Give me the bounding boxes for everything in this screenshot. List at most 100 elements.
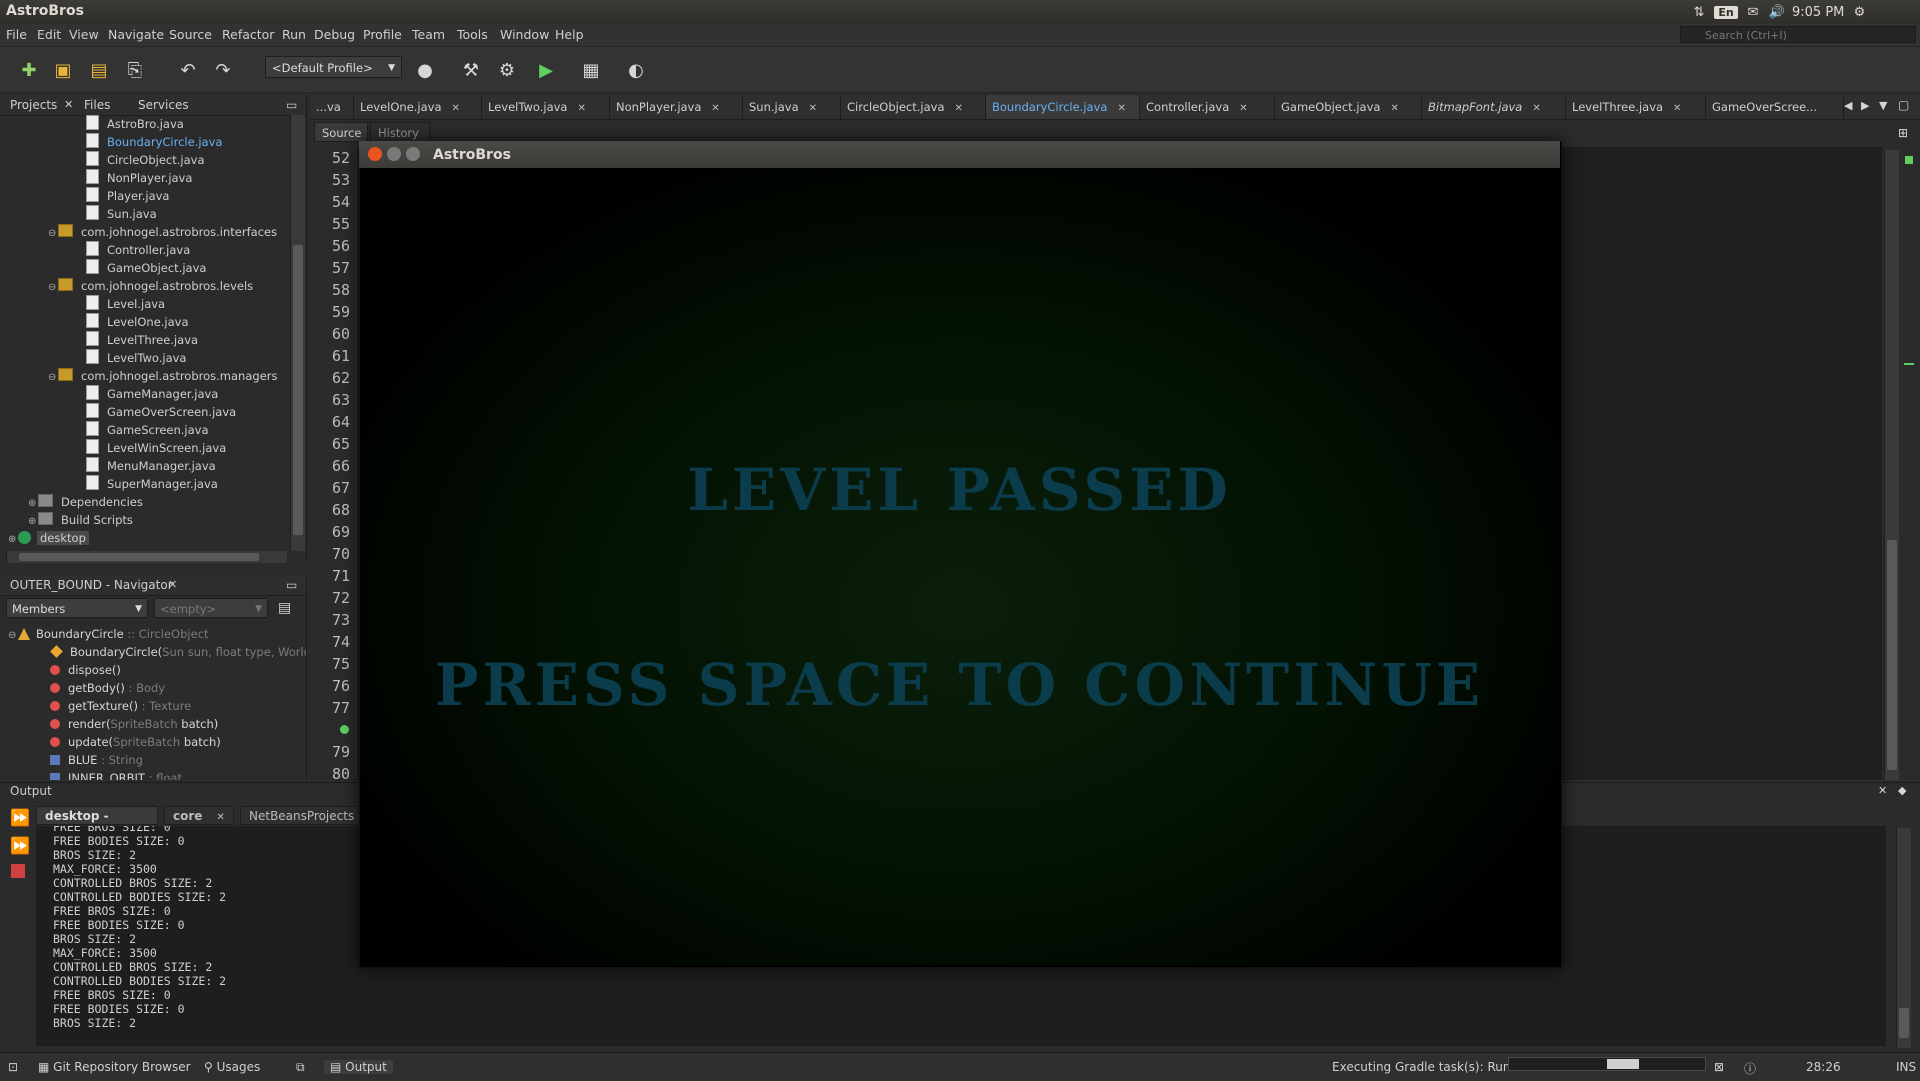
close-icon[interactable]: ✕ [168,578,177,591]
output-button[interactable]: ▤ Output [324,1060,393,1074]
menu-navigate[interactable]: Navigate [108,27,164,42]
close-icon[interactable]: ✕ [711,103,719,114]
scroll-tabs-left-icon[interactable]: ◀ [1844,99,1852,112]
collapse-toggle-icon[interactable]: ⊖ [48,369,58,387]
output-scrollbar[interactable] [1896,828,1911,1048]
save-all-icon[interactable]: ⎘ [122,57,148,83]
nav-field[interactable]: INNER_ORBIT : float [0,769,306,780]
cancel-task-icon[interactable]: ⊠ [1714,1060,1724,1074]
menu-profile[interactable]: Profile [363,27,402,42]
project-tree-hscrollbar[interactable] [6,551,287,563]
minimize-icon[interactable]: ▭ [286,578,297,592]
editor-tab[interactable]: CircleObject.java ✕ [841,95,986,119]
redo-icon[interactable]: ↷ [210,57,236,83]
tree-file[interactable]: Controller.java [0,241,290,259]
close-icon[interactable]: ✕ [1673,103,1681,114]
scrollbar-thumb[interactable] [1899,1008,1909,1038]
menu-run[interactable]: Run [282,27,306,42]
tab-services[interactable]: Services [138,98,189,112]
notifications-icon[interactable]: ⓘ [1744,1060,1756,1077]
members-select[interactable]: Members ▼ [6,598,148,618]
profile-icon[interactable]: ◐ [623,57,649,83]
tree-file[interactable]: GameManager.java [0,385,290,403]
clean-build-icon[interactable]: ⚙ [494,57,520,83]
close-icon[interactable]: ✕ [1117,103,1125,114]
stripe-mark[interactable] [1904,363,1914,365]
tree-file[interactable]: Player.java [0,187,290,205]
nav-field[interactable]: BLUE : String [0,751,306,769]
maximize-icon[interactable]: ◆ [1898,784,1906,797]
tree-file[interactable]: LevelTwo.java [0,349,290,367]
tree-node-build-scripts[interactable]: ⊕ Build Scripts [0,511,290,529]
tab-files[interactable]: Files [84,98,110,112]
output-tab[interactable]: NetBeansProjects - [240,806,360,842]
close-icon[interactable]: ✕ [1878,784,1887,797]
editor-tab[interactable]: LevelTwo.java ✕ [482,95,610,119]
open-project-icon[interactable]: ▤ [86,57,112,83]
tree-file[interactable]: SuperManager.java [0,475,290,493]
scrollbar-thumb[interactable] [1887,540,1897,770]
editor-tab[interactable]: NonPlayer.java ✕ [610,95,743,119]
override-marker-icon[interactable] [340,725,349,734]
menu-tools[interactable]: Tools [457,27,488,42]
editor-tab[interactable]: ...va [310,95,354,119]
menu-help[interactable]: Help [555,27,584,42]
close-icon[interactable]: ✕ [452,103,460,114]
new-project-icon[interactable]: ▣ [50,57,76,83]
collapse-toggle-icon[interactable]: ⊖ [48,225,58,243]
close-icon[interactable]: ✕ [1239,103,1247,114]
tab-list-dropdown-icon[interactable]: ▼ [1879,99,1887,112]
tree-file[interactable]: GameScreen.java [0,421,290,439]
editor-tab-active[interactable]: BoundaryCircle.java ✕ [986,95,1140,119]
window-close-button[interactable] [368,147,382,161]
window-restore-icon[interactable]: ⊡ [8,1060,18,1074]
network-icon[interactable]: ⇅ [1690,5,1708,20]
search-input[interactable]: Search (Ctrl+I) [1680,26,1916,43]
nav-method[interactable]: getTexture() : Texture [0,697,306,715]
collapse-toggle-icon[interactable]: ⊖ [48,279,58,297]
editor-tab[interactable]: Sun.java ✕ [743,95,841,119]
minimize-icon[interactable]: ▭ [286,98,297,112]
output-tab[interactable]: core ✕ [164,806,234,825]
menu-view[interactable]: View [69,27,99,42]
close-icon[interactable]: ✕ [64,98,73,111]
clock[interactable]: 9:05 PM [1792,5,1844,20]
tree-file[interactable]: LevelOne.java [0,313,290,331]
nav-class-node[interactable]: ⊖ BoundaryCircle :: CircleObject [0,625,306,643]
scrollbar-thumb[interactable] [19,553,259,561]
undo-icon[interactable]: ↶ [175,57,201,83]
tab-projects[interactable]: Projects [10,98,57,112]
close-icon[interactable]: ✕ [1390,103,1398,114]
debug-icon[interactable]: ▦ [578,57,604,83]
tree-file[interactable]: CircleObject.java [0,151,290,169]
config-globe-icon[interactable]: ● [412,57,438,83]
tab-source[interactable]: Source [314,122,368,142]
close-icon[interactable]: ✕ [216,812,224,823]
editor-scrollbar[interactable] [1884,150,1899,780]
project-tree-scrollbar[interactable] [290,115,305,551]
navigator-title[interactable]: OUTER_BOUND - Navigator [10,578,173,592]
menu-team[interactable]: Team [412,27,445,42]
error-stripe[interactable] [1900,150,1920,780]
editor-tab[interactable]: LevelThree.java ✕ [1566,95,1706,119]
editor-tab[interactable]: LevelOne.java ✕ [354,95,482,119]
collapse-toggle-icon[interactable]: ⊖ [8,627,18,645]
mail-icon[interactable]: ✉ [1744,5,1762,20]
nav-method[interactable]: update(SpriteBatch batch) [0,733,306,751]
tree-package[interactable]: ⊖ com.johnogel.astrobros.managers [0,367,290,385]
tree-file[interactable]: AstroBro.java [0,115,290,133]
nav-constructor[interactable]: BoundaryCircle(Sun sun, float type, Worl… [0,643,306,661]
editor-tab[interactable]: Controller.java ✕ [1140,95,1275,119]
tree-file[interactable]: GameOverScreen.java [0,403,290,421]
window-maximize-button[interactable] [406,147,420,161]
close-icon[interactable]: ✕ [577,103,585,114]
tree-node-dependencies[interactable]: ⊕ Dependencies [0,493,290,511]
menu-window[interactable]: Window [500,27,549,42]
keyboard-layout-indicator[interactable]: En [1714,5,1738,19]
game-window-titlebar[interactable] [359,141,1560,168]
editor-tab[interactable]: GameOverScree... [1706,95,1844,119]
run-icon[interactable]: ▶ [533,57,559,83]
menu-file[interactable]: File [6,27,27,42]
filter-select[interactable]: <empty> ▼ [154,598,268,618]
window-minimize-button[interactable] [387,147,401,161]
